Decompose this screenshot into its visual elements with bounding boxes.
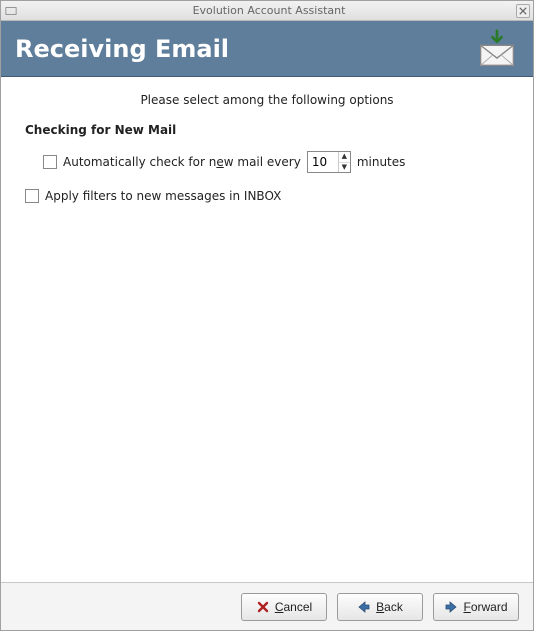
mail-receive-icon [475, 29, 519, 69]
interval-spinner[interactable]: ▲ ▼ [307, 151, 351, 173]
cancel-label: Cancel [275, 600, 312, 614]
intro-text: Please select among the following option… [25, 93, 509, 107]
button-bar: Cancel Back Forward [1, 582, 533, 630]
interval-input[interactable] [308, 152, 338, 172]
cancel-button[interactable]: Cancel [241, 593, 327, 621]
close-icon[interactable] [516, 4, 530, 18]
forward-button[interactable]: Forward [433, 593, 519, 621]
spinner-buttons: ▲ ▼ [338, 152, 350, 172]
titlebar: Evolution Account Assistant [1, 1, 533, 21]
page-title: Receiving Email [15, 35, 475, 63]
auto-check-row: Automatically check for new mail every ▲… [43, 151, 509, 173]
auto-check-label-suffix: w mail every [224, 155, 301, 169]
spinner-down-button[interactable]: ▼ [339, 163, 350, 173]
spinner-up-button[interactable]: ▲ [339, 152, 350, 163]
auto-check-label-prefix: Automatically check for n [63, 155, 216, 169]
auto-check-checkbox[interactable] [43, 155, 57, 169]
window-menu-icon[interactable] [4, 4, 18, 18]
back-button[interactable]: Back [337, 593, 423, 621]
wizard-header: Receiving Email [1, 21, 533, 77]
apply-filters-row: Apply filters to new messages in INBOX [25, 189, 509, 203]
interval-unit: minutes [357, 155, 406, 169]
auto-check-label-mnemonic: e [216, 155, 223, 169]
apply-filters-label: Apply filters to new messages in INBOX [45, 189, 281, 203]
assistant-window: Evolution Account Assistant Receiving Em… [0, 0, 534, 631]
forward-arrow-icon [444, 600, 458, 614]
back-arrow-icon [357, 600, 371, 614]
window-title: Evolution Account Assistant [22, 4, 516, 17]
forward-label: Forward [463, 600, 507, 614]
content-area: Please select among the following option… [1, 77, 533, 582]
auto-check-label: Automatically check for new mail every [63, 155, 301, 169]
back-label: Back [376, 600, 403, 614]
cancel-icon [256, 600, 270, 614]
section-heading: Checking for New Mail [25, 123, 509, 137]
apply-filters-checkbox[interactable] [25, 189, 39, 203]
